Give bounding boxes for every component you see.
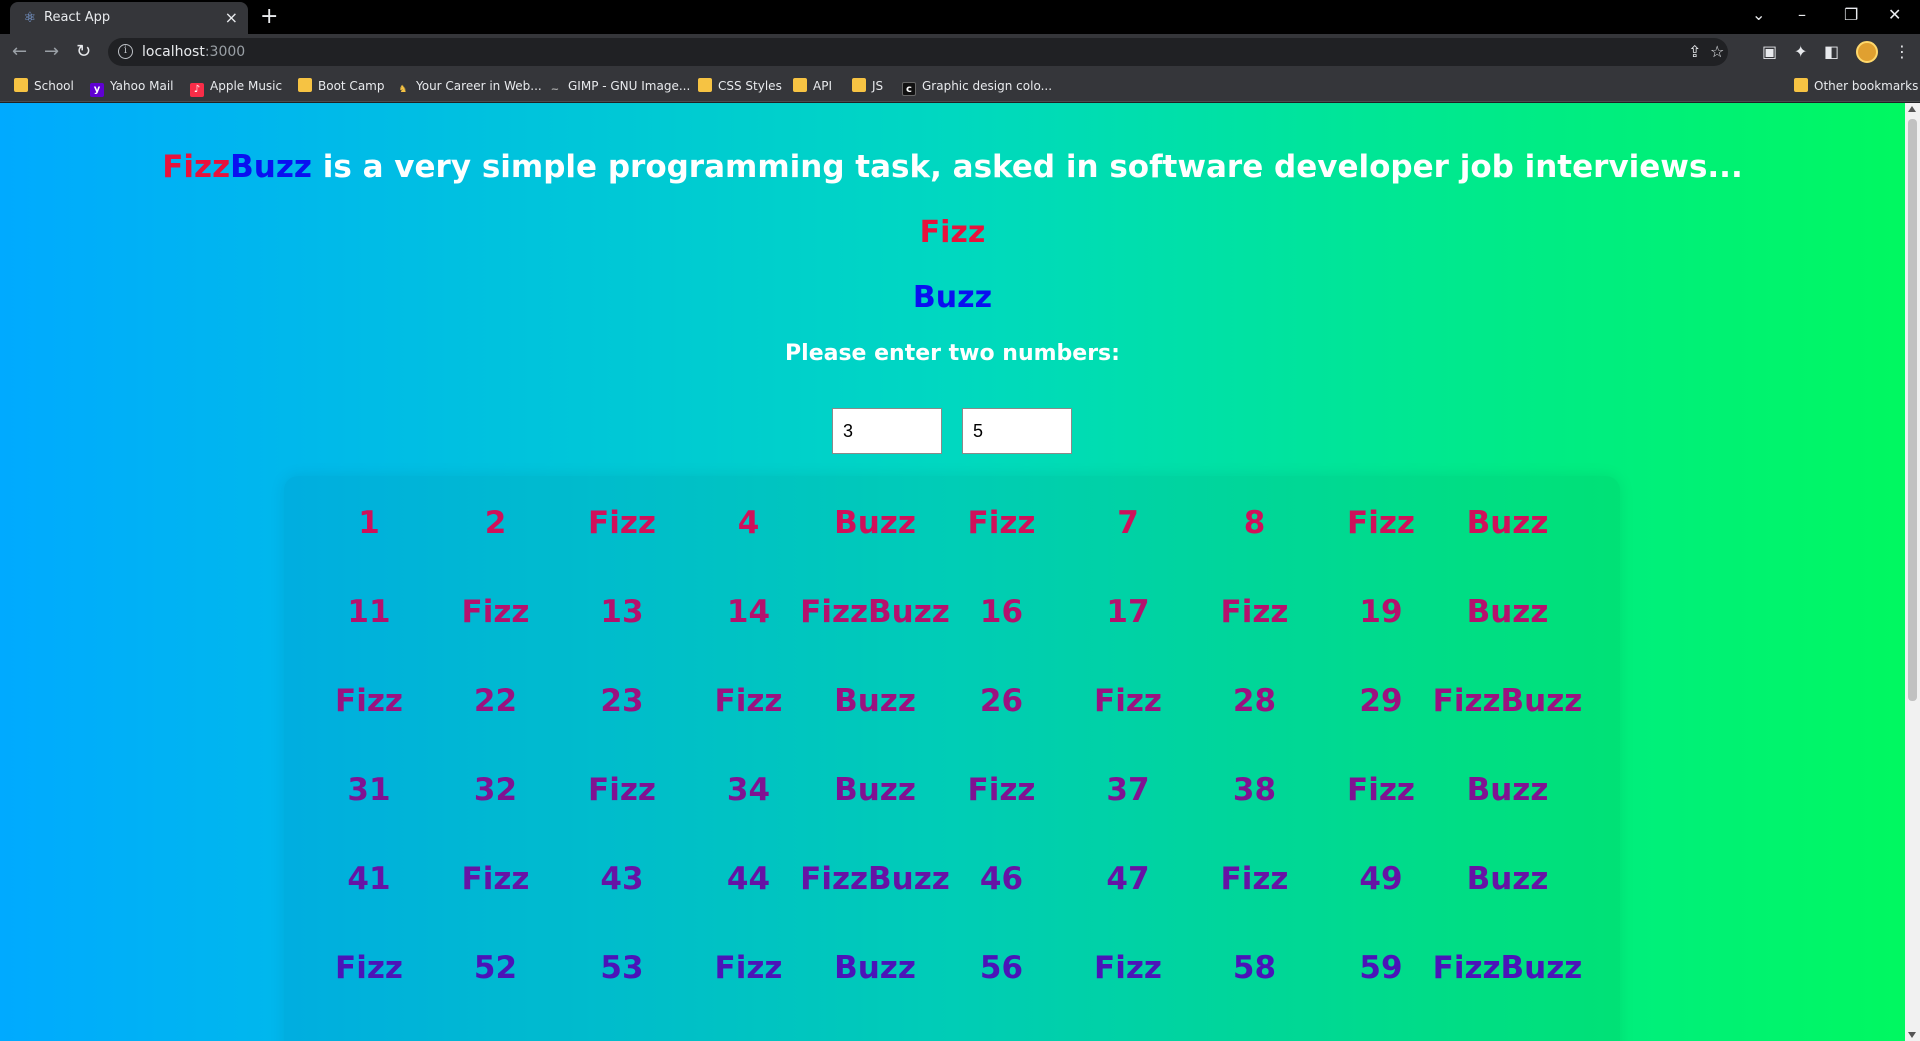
react-icon: ⚛ xyxy=(23,10,37,26)
results-grid: 1 2 Fizz 4 Buzz Fizz 7 8 Fizz Buzz 11 Fizz 13 14 FizzB… xyxy=(284,476,1620,1041)
bookmark-yahoo-mail[interactable]: y Yahoo Mail xyxy=(90,77,174,97)
new-tab-icon[interactable]: + xyxy=(260,4,278,30)
profile-avatar[interactable] xyxy=(1856,41,1878,63)
headline-buzz: Buzz xyxy=(230,149,312,185)
apple-music-icon: ♪ xyxy=(190,83,204,97)
scroll-up-arrow-icon[interactable] xyxy=(1908,106,1916,112)
folder-icon xyxy=(698,78,712,92)
bookmark-js[interactable]: JS xyxy=(852,77,883,95)
url-text[interactable]: localhost:3000 xyxy=(142,43,245,61)
result-cell: Buzz xyxy=(1466,505,1549,541)
extensions-puzzle-icon[interactable]: ✦ xyxy=(1794,41,1807,63)
forward-icon[interactable]: → xyxy=(44,40,59,64)
side-panel-icon[interactable]: ◧ xyxy=(1824,41,1839,63)
result-cell: Buzz xyxy=(1466,861,1549,897)
bookmark-star-icon[interactable]: ☆ xyxy=(1710,41,1724,63)
page-headline: FizzBuzz is a very simple programming ta… xyxy=(0,147,1905,187)
tab-strip: ⚛ React App × + ⌄ – ❐ ✕ xyxy=(0,0,1920,34)
close-tab-icon[interactable]: × xyxy=(225,9,238,27)
tab-title: React App xyxy=(44,10,111,25)
share-icon[interactable]: ⇪ xyxy=(1688,41,1701,63)
buzz-number-input[interactable] xyxy=(962,408,1072,454)
fizz-number-input[interactable] xyxy=(832,408,942,454)
headline-fizz: Fizz xyxy=(162,149,231,185)
cc-icon: c xyxy=(902,82,916,96)
site-info-icon[interactable]: i xyxy=(118,44,133,59)
bookmark-other[interactable]: Other bookmarks xyxy=(1794,77,1918,95)
bookmark-graphic-design[interactable]: c Graphic design colo... xyxy=(902,77,1052,96)
tab-react-app[interactable]: ⚛ React App × xyxy=(10,2,248,34)
gimp-icon: ~ xyxy=(550,84,560,95)
bookmark-school[interactable]: School xyxy=(14,77,74,95)
bookmark-apple-music[interactable]: ♪ Apple Music xyxy=(190,77,282,97)
minimize-icon[interactable]: – xyxy=(1798,4,1806,26)
restore-icon[interactable]: ❐ xyxy=(1844,4,1858,26)
bookmark-gimp[interactable]: ~ GIMP - GNU Image... xyxy=(548,77,691,95)
folder-icon xyxy=(298,78,312,92)
page-scrollbar[interactable] xyxy=(1905,103,1920,1041)
reload-icon[interactable]: ↻ xyxy=(76,40,91,64)
back-icon[interactable]: ← xyxy=(12,40,27,64)
folder-icon xyxy=(852,78,866,92)
extension-badge-icon[interactable]: ▣ xyxy=(1762,41,1777,63)
browser-toolbar: ← → ↻ i localhost:3000 ⇪ ☆ ▣ ✦ ◧ ⋮ xyxy=(0,34,1920,70)
result-cell: FizzBuzz xyxy=(1432,950,1583,986)
menu-kebab-icon[interactable]: ⋮ xyxy=(1894,41,1910,63)
bookmark-boot-camp[interactable]: Boot Camp xyxy=(298,77,384,95)
page-viewport: FizzBuzz is a very simple programming ta… xyxy=(0,103,1905,1041)
result-cell: Buzz xyxy=(1466,772,1549,808)
bookmark-career[interactable]: ♞ Your Career in Web... xyxy=(396,77,542,95)
address-bar[interactable]: i localhost:3000 ⇪ ☆ xyxy=(108,38,1728,66)
fizz-label: Fizz xyxy=(919,215,986,250)
bookmark-css-styles[interactable]: CSS Styles xyxy=(698,77,782,95)
tab-search-icon[interactable]: ⌄ xyxy=(1752,4,1765,26)
yahoo-icon: y xyxy=(90,83,104,97)
close-window-icon[interactable]: ✕ xyxy=(1888,4,1901,26)
bookmarks-bar: School y Yahoo Mail ♪ Apple Music Boot Cam… xyxy=(0,70,1920,102)
scrollbar-thumb[interactable] xyxy=(1908,119,1917,701)
result-cell: Buzz xyxy=(1466,594,1549,630)
folder-icon xyxy=(14,78,28,92)
bookmark-api[interactable]: API xyxy=(793,77,832,95)
folder-icon xyxy=(1794,78,1808,92)
input-prompt: Please enter two numbers: xyxy=(785,341,1120,366)
result-cell: FizzBuzz xyxy=(1432,683,1583,719)
buzz-label: Buzz xyxy=(912,280,993,315)
headline-text: is a very simple programming task, asked… xyxy=(311,149,1743,185)
career-icon: ♞ xyxy=(398,84,408,95)
folder-icon xyxy=(793,78,807,92)
scroll-down-arrow-icon[interactable] xyxy=(1908,1032,1916,1038)
